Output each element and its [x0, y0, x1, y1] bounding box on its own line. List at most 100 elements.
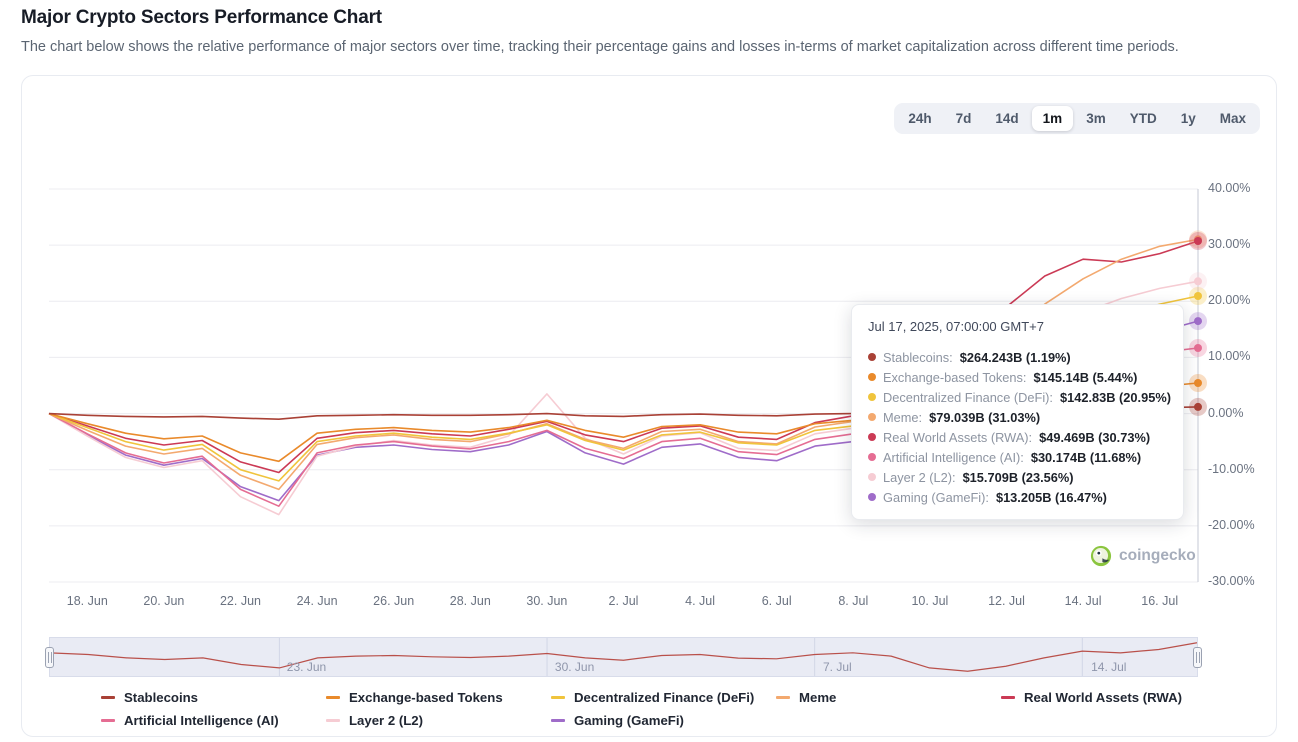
legend-item-exchange-based-tokens[interactable]: Exchange-based Tokens	[326, 690, 551, 705]
legend-item-meme[interactable]: Meme	[776, 690, 1001, 705]
legend-item-artificial-intelligence-ai[interactable]: Artificial Intelligence (AI)	[101, 713, 326, 728]
legend-item-decentralized-finance-defi[interactable]: Decentralized Finance (DeFi)	[551, 690, 776, 705]
x-tick-label: 8. Jul	[813, 594, 893, 608]
legend-label: Exchange-based Tokens	[349, 690, 503, 705]
y-tick-label: 20.00%	[1208, 293, 1280, 307]
navigator-right-handle[interactable]	[1193, 647, 1202, 668]
chart-tooltip: Jul 17, 2025, 07:00:00 GMT+7 Stablecoins…	[851, 304, 1184, 520]
series-color-dot	[868, 493, 876, 501]
x-tick-label: 4. Jul	[660, 594, 740, 608]
x-tick-label: 14. Jul	[1043, 594, 1123, 608]
navigator-mini-chart[interactable]	[50, 638, 1197, 676]
tooltip-row-gaming-gamefi: Gaming (GameFi): $13.205B (16.47%)	[868, 487, 1167, 507]
tooltip-series-value: $15.709B (23.56%)	[963, 470, 1074, 485]
tooltip-series-value: $13.205B (16.47%)	[996, 490, 1107, 505]
range-button-14d[interactable]: 14d	[984, 106, 1029, 131]
endpoint-marker-decentralized-finance-defi	[1194, 292, 1202, 300]
tooltip-series-label: Exchange-based Tokens:	[883, 370, 1026, 385]
legend-color-dash	[776, 696, 790, 698]
tooltip-series-label: Stablecoins:	[883, 350, 953, 365]
legend-label: Artificial Intelligence (AI)	[124, 713, 279, 728]
series-color-dot	[868, 393, 876, 401]
legend-item-layer-2-l2[interactable]: Layer 2 (L2)	[326, 713, 551, 728]
x-tick-label: 18. Jun	[47, 594, 127, 608]
range-button-24h[interactable]: 24h	[897, 106, 942, 131]
range-button-3m[interactable]: 3m	[1075, 106, 1117, 131]
legend-item-gaming-gamefi[interactable]: Gaming (GameFi)	[551, 713, 776, 728]
range-button-ytd[interactable]: YTD	[1119, 106, 1168, 131]
x-tick-label: 28. Jun	[430, 594, 510, 608]
series-color-dot	[868, 473, 876, 481]
y-tick-label: 40.00%	[1208, 181, 1280, 195]
page: Major Crypto Sectors Performance Chart T…	[0, 0, 1298, 742]
x-tick-label: 22. Jun	[201, 594, 281, 608]
y-tick-label: 30.00%	[1208, 237, 1280, 251]
legend-color-dash	[326, 696, 340, 698]
endpoint-marker-stablecoins	[1194, 403, 1202, 411]
chart-navigator[interactable]: 23. Jun 30. Jun 7. Jul 14. Jul	[49, 637, 1198, 677]
range-button-max[interactable]: Max	[1209, 106, 1257, 131]
navigator-line	[50, 643, 1197, 672]
tooltip-row-stablecoins: Stablecoins: $264.243B (1.19%)	[868, 347, 1167, 367]
coingecko-watermark: coingecko	[1090, 545, 1196, 567]
tooltip-series-label: Gaming (GameFi):	[883, 490, 989, 505]
legend-label: Meme	[799, 690, 836, 705]
tooltip-row-layer-2-l2: Layer 2 (L2): $15.709B (23.56%)	[868, 467, 1167, 487]
endpoint-marker-exchange-based-tokens	[1194, 379, 1202, 387]
x-tick-label: 20. Jun	[124, 594, 204, 608]
range-button-1y[interactable]: 1y	[1170, 106, 1207, 131]
x-tick-label: 10. Jul	[890, 594, 970, 608]
chart-legend: Stablecoins Exchange-based Tokens Decentra…	[101, 690, 1251, 728]
x-tick-label: 16. Jul	[1120, 594, 1200, 608]
legend-color-dash	[551, 696, 565, 698]
legend-color-dash	[101, 696, 115, 698]
series-color-dot	[868, 453, 876, 461]
endpoint-marker-gaming-gamefi	[1194, 317, 1202, 325]
legend-color-dash	[551, 719, 565, 721]
y-tick-label: -30.00%	[1208, 574, 1280, 588]
tooltip-series-label: Real World Assets (RWA):	[883, 430, 1032, 445]
navigator-date-label: 7. Jul	[823, 660, 852, 674]
legend-item-stablecoins[interactable]: Stablecoins	[101, 690, 326, 705]
legend-label: Decentralized Finance (DeFi)	[574, 690, 754, 705]
tooltip-timestamp: Jul 17, 2025, 07:00:00 GMT+7	[868, 319, 1167, 334]
range-button-7d[interactable]: 7d	[945, 106, 983, 131]
watermark-text: coingecko	[1119, 547, 1196, 565]
endpoint-marker-layer-2-l2	[1194, 277, 1202, 285]
coingecko-logo-icon	[1090, 545, 1112, 567]
legend-label: Layer 2 (L2)	[349, 713, 423, 728]
tooltip-row-real-world-assets-rwa: Real World Assets (RWA): $49.469B (30.73…	[868, 427, 1167, 447]
series-color-dot	[868, 373, 876, 381]
series-color-dot	[868, 353, 876, 361]
tooltip-series-value: $79.039B (31.03%)	[929, 410, 1040, 425]
tooltip-series-value: $145.14B (5.44%)	[1033, 370, 1137, 385]
navigator-left-handle[interactable]	[45, 647, 54, 668]
legend-label: Gaming (GameFi)	[574, 713, 684, 728]
page-title: Major Crypto Sectors Performance Chart	[21, 7, 382, 29]
endpoint-marker-artificial-intelligence-ai	[1194, 344, 1202, 352]
chart-card: 24h7d14d1m3mYTD1yMax 40.00% 30.00% 20.00% 1…	[21, 75, 1277, 737]
tooltip-row-decentralized-finance-defi: Decentralized Finance (DeFi): $142.83B (…	[868, 387, 1167, 407]
tooltip-series-label: Layer 2 (L2):	[883, 470, 956, 485]
tooltip-series-label: Meme:	[883, 410, 922, 425]
legend-color-dash	[101, 719, 115, 721]
tooltip-row-exchange-based-tokens: Exchange-based Tokens: $145.14B (5.44%)	[868, 367, 1167, 387]
endpoint-marker-real-world-assets-rwa	[1194, 237, 1202, 245]
tooltip-series-value: $142.83B (20.95%)	[1060, 390, 1171, 405]
navigator-date-label: 23. Jun	[287, 660, 326, 674]
x-tick-label: 6. Jul	[737, 594, 817, 608]
x-tick-label: 12. Jul	[967, 594, 1047, 608]
navigator-date-label: 30. Jun	[555, 660, 594, 674]
range-selector: 24h7d14d1m3mYTD1yMax	[894, 103, 1260, 134]
tooltip-series-value: $49.469B (30.73%)	[1039, 430, 1150, 445]
legend-item-real-world-assets-rwa[interactable]: Real World Assets (RWA)	[1001, 690, 1226, 705]
range-button-1m[interactable]: 1m	[1032, 106, 1074, 131]
tooltip-rows: Stablecoins: $264.243B (1.19%)Exchange-b…	[868, 347, 1167, 507]
tooltip-row-meme: Meme: $79.039B (31.03%)	[868, 407, 1167, 427]
page-subtitle: The chart below shows the relative perfo…	[21, 39, 1179, 55]
x-tick-label: 24. Jun	[277, 594, 357, 608]
x-tick-label: 2. Jul	[584, 594, 664, 608]
navigator-date-label: 14. Jul	[1091, 660, 1126, 674]
series-color-dot	[868, 413, 876, 421]
tooltip-row-artificial-intelligence-ai: Artificial Intelligence (AI): $30.174B (…	[868, 447, 1167, 467]
